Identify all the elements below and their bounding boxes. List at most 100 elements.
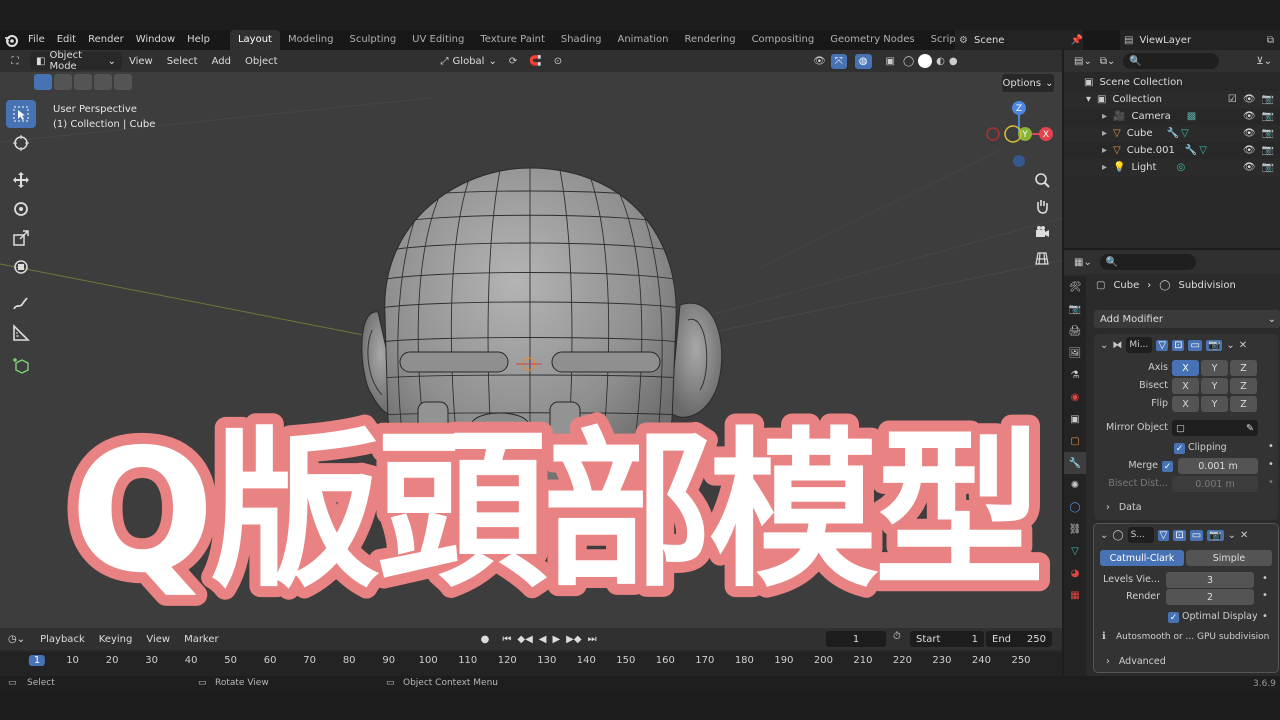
camera-render-icon[interactable]: 📷 <box>1262 162 1274 173</box>
tab-compositing[interactable]: Compositing <box>744 30 823 50</box>
tab-sculpting[interactable]: Sculpting <box>341 30 404 50</box>
proportional-edit-icon[interactable]: ⊙ <box>548 56 568 67</box>
tab-shading[interactable]: Shading <box>553 30 610 50</box>
camera-view-icon[interactable] <box>1030 220 1054 244</box>
annotate-tool-icon[interactable] <box>6 290 36 318</box>
transform-tool-icon[interactable] <box>6 253 36 281</box>
chevron-down-icon[interactable]: ⌄ <box>1228 530 1236 541</box>
camera-render-icon[interactable]: 📷 <box>1262 94 1274 105</box>
gizmo-toggle-icon[interactable]: ⤧ <box>830 53 847 69</box>
outliner-collection[interactable]: ▾ ▣ Collection ☑ 👁 📷 <box>1064 91 1280 108</box>
camera-render-icon[interactable]: 📷 <box>1262 111 1274 122</box>
expand-icon[interactable]: ▸ <box>1102 145 1107 156</box>
material-shading-icon[interactable]: ◐ <box>936 56 945 67</box>
expand-icon[interactable]: ▾ <box>1086 94 1091 105</box>
cage-icon[interactable]: ⊡ <box>1172 339 1185 351</box>
navigation-gizmo[interactable]: Z X Y <box>985 98 1057 170</box>
realtime-icon[interactable]: ▭ <box>1188 339 1202 351</box>
merge-checkbox[interactable]: ✓ <box>1162 461 1173 472</box>
dot-icon[interactable]: • <box>1268 477 1274 488</box>
catmull-clark-toggle[interactable]: Catmull-Clark <box>1100 550 1184 566</box>
view-layer-selector[interactable]: ▤ ViewLayer ⧉ <box>1120 30 1280 50</box>
jump-end-icon[interactable]: ⏭ <box>585 634 600 645</box>
menu-timeline-view[interactable]: View <box>139 634 177 645</box>
select-subtract-icon[interactable] <box>74 74 92 90</box>
flip-y-toggle[interactable]: Y <box>1201 396 1228 412</box>
outliner-editor-icon[interactable]: ▤⌄ <box>1074 56 1092 67</box>
bisect-y-toggle[interactable]: Y <box>1201 378 1228 394</box>
menu-help[interactable]: Help <box>181 30 216 50</box>
mirror-name-field[interactable]: Mi... <box>1126 337 1153 353</box>
dot-icon[interactable]: • <box>1268 459 1274 470</box>
record-icon[interactable]: ● <box>471 634 500 645</box>
outliner-item-camera[interactable]: ▸ 🎥 Camera ▩ 👁 📷 <box>1064 108 1280 125</box>
pin-icon[interactable]: 📌 <box>1071 35 1083 46</box>
chevron-down-icon[interactable]: ⌄ <box>1226 340 1234 351</box>
cage-icon[interactable]: ⊡ <box>1173 529 1186 541</box>
merge-distance-field[interactable]: 0.001 m <box>1178 458 1258 474</box>
preview-range-icon[interactable]: ⏱ <box>893 631 901 642</box>
menu-add[interactable]: Add <box>205 56 238 67</box>
close-icon[interactable]: ✕ <box>1239 340 1247 351</box>
editor-type-icon[interactable]: ⛶ <box>0 56 30 67</box>
properties-search-input[interactable]: 🔍 <box>1099 254 1196 270</box>
close-icon[interactable]: ✕ <box>1240 530 1248 541</box>
jump-start-icon[interactable]: ⏮ <box>499 634 514 645</box>
start-frame-field[interactable]: Start 1 <box>910 631 984 647</box>
menu-select[interactable]: Select <box>160 56 205 67</box>
render-levels-field[interactable]: 2 <box>1166 589 1254 605</box>
simple-toggle[interactable]: Simple <box>1186 550 1272 566</box>
cursor-tool-icon[interactable] <box>6 129 36 157</box>
collapse-icon[interactable]: ⌄ <box>1100 530 1108 541</box>
next-keyframe-icon[interactable]: ▶◆ <box>563 634 584 645</box>
realtime-icon[interactable]: ▭ <box>1189 529 1204 541</box>
new-view-layer-icon[interactable]: ⧉ <box>1267 35 1274 46</box>
expand-icon[interactable]: ▸ <box>1102 128 1107 139</box>
levels-viewport-field[interactable]: 3 <box>1166 572 1254 588</box>
render-icon[interactable]: 📷 <box>1207 529 1224 541</box>
pivot-icon[interactable]: ⟳ <box>503 56 523 67</box>
xray-icon[interactable]: ▣ <box>886 56 895 67</box>
render-icon[interactable]: 📷 <box>1205 339 1223 351</box>
menu-render[interactable]: Render <box>82 30 130 50</box>
prev-keyframe-icon[interactable]: ◆◀ <box>514 634 535 645</box>
outliner-scene-collection[interactable]: ▣ Scene Collection <box>1064 74 1280 91</box>
tab-rendering[interactable]: Rendering <box>676 30 743 50</box>
dot-icon[interactable]: • <box>1262 590 1268 601</box>
eyedropper-icon[interactable]: ✎ <box>1246 423 1254 434</box>
menu-keying[interactable]: Keying <box>92 634 140 645</box>
flip-z-toggle[interactable]: Z <box>1230 396 1257 412</box>
play-icon[interactable]: ▶ <box>549 634 563 645</box>
dot-icon[interactable]: • <box>1262 611 1268 622</box>
expand-icon[interactable]: ▸ <box>1102 111 1107 122</box>
edit-mode-icon[interactable]: ▽ <box>1156 339 1169 351</box>
tab-geometry-nodes[interactable]: Geometry Nodes <box>822 30 922 50</box>
bisect-distance-field[interactable]: 0.001 m <box>1172 476 1258 492</box>
add-cube-tool-icon[interactable] <box>6 352 36 380</box>
subdivision-name-field[interactable]: S... <box>1127 527 1154 543</box>
scene-tab-icon[interactable]: ⚗ <box>1064 364 1086 386</box>
menu-playback[interactable]: Playback <box>33 634 92 645</box>
dot-icon[interactable]: • <box>1262 573 1268 584</box>
tab-texture-paint[interactable]: Texture Paint <box>472 30 553 50</box>
edit-mode-icon[interactable]: ▽ <box>1157 529 1170 541</box>
move-tool-icon[interactable] <box>6 166 36 194</box>
axis-x-toggle[interactable]: X <box>1172 360 1199 376</box>
pan-hand-icon[interactable] <box>1030 194 1054 218</box>
select-extend-icon[interactable] <box>54 74 72 90</box>
output-tab-icon[interactable]: 🖨 <box>1064 320 1086 342</box>
data-subpanel[interactable]: › Data <box>1106 502 1142 513</box>
rotate-tool-icon[interactable] <box>6 195 36 223</box>
transform-orientation-dropdown[interactable]: ⤢ Global ⌄ <box>435 52 503 70</box>
select-new-icon[interactable] <box>34 74 52 90</box>
current-frame-field[interactable]: 1 <box>826 631 886 647</box>
rendered-shading-icon[interactable]: ● <box>949 56 958 67</box>
solid-shading-icon[interactable] <box>918 54 933 68</box>
expand-icon[interactable]: ▸ <box>1102 162 1107 173</box>
select-tool-icon[interactable] <box>6 100 36 128</box>
menu-marker[interactable]: Marker <box>177 634 226 645</box>
ortho-grid-icon[interactable] <box>1030 246 1054 270</box>
bisect-x-toggle[interactable]: X <box>1172 378 1199 394</box>
flip-x-toggle[interactable]: X <box>1172 396 1199 412</box>
outliner-item-cube-001[interactable]: ▸ ▽ Cube.001 🔧 ▽ 👁 📷 <box>1064 142 1280 159</box>
